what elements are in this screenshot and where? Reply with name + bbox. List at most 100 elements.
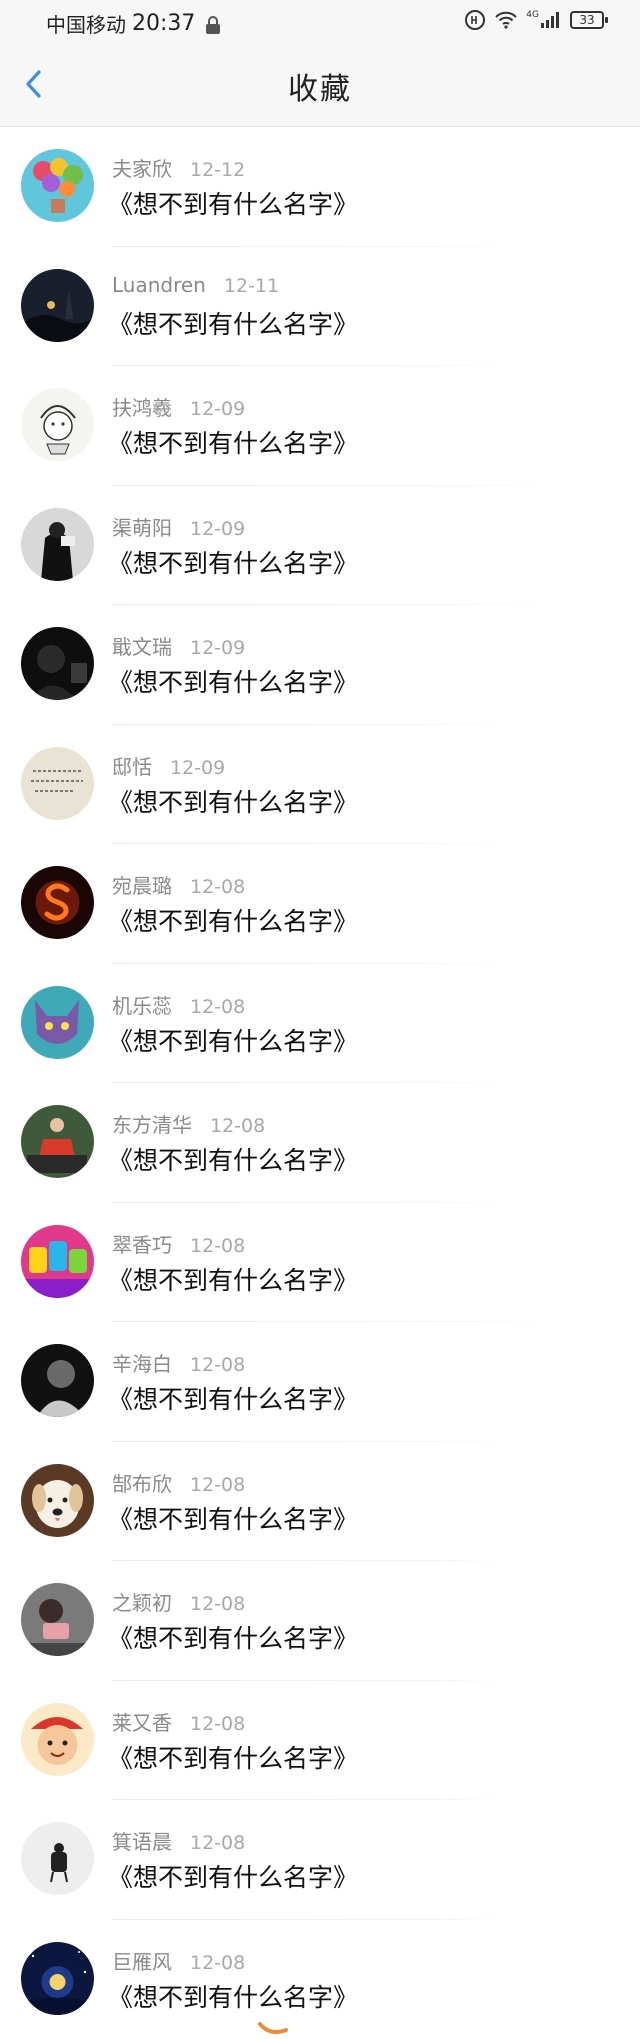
avatar	[21, 1583, 94, 1656]
article-title: 《想不到有什么名字》	[108, 1026, 359, 1056]
item-meta: 扶鸿羲 12-09	[112, 392, 245, 421]
date: 12-09	[190, 517, 246, 540]
item-meta: 莱又香 12-08	[112, 1707, 245, 1736]
avatar	[21, 1224, 94, 1298]
list-item[interactable]: 夫家欣 12-12 《想不到有什么名字》	[0, 127, 640, 247]
avatar	[21, 1344, 94, 1417]
list-item[interactable]: 莱又香 12-08 《想不到有什么名字》	[0, 1681, 640, 1800]
article-title: 《想不到有什么名字》	[108, 787, 359, 817]
username: 东方清华	[112, 1113, 192, 1137]
list-item[interactable]: 邸恬 12-09 《想不到有什么名字》	[0, 725, 640, 844]
status-time: 20:37	[132, 11, 196, 36]
list-item[interactable]: 郜布欣 12-08 《想不到有什么名字》	[0, 1442, 640, 1561]
date: 12-08	[190, 1951, 246, 1974]
date: 12-11	[223, 274, 280, 297]
favorites-list: 夫家欣 12-12 《想不到有什么名字》 Luandren 12-11 《想不到…	[0, 127, 640, 2039]
avatar	[21, 746, 94, 820]
username: 之颖初	[112, 1591, 172, 1615]
username: 郜布欣	[112, 1471, 172, 1496]
date: 12-08	[210, 1115, 266, 1137]
date: 12-08	[190, 995, 246, 1018]
username: 扶鸿羲	[112, 396, 172, 420]
article-title: 《想不到有什么名字》	[108, 1504, 359, 1534]
item-meta: 之颖初 12-08	[112, 1587, 245, 1616]
username: 戢文瑞	[112, 635, 172, 659]
list-item[interactable]: 扶鸿羲 12-09 《想不到有什么名字》	[0, 366, 640, 486]
date: 12-08	[190, 1832, 246, 1854]
status-left: 中国移动 20:37	[46, 9, 221, 38]
avatar	[21, 507, 94, 581]
list-item[interactable]: 辛海白 12-08 《想不到有什么名字》	[0, 1322, 640, 1442]
item-meta: 东方清华 12-08	[112, 1109, 265, 1138]
avatar	[21, 388, 94, 461]
item-meta: 宛晨璐 12-08	[112, 870, 245, 899]
article-title: 《想不到有什么名字》	[108, 429, 359, 458]
article-title: 《想不到有什么名字》	[108, 907, 359, 936]
avatar	[21, 268, 94, 342]
list-item[interactable]: Luandren 12-11 《想不到有什么名字》	[0, 247, 640, 366]
item-meta: 郜布欣 12-08	[112, 1468, 245, 1497]
avatar	[21, 1463, 94, 1537]
avatar	[21, 627, 94, 700]
avatar	[21, 149, 94, 222]
date: 12-08	[190, 1234, 246, 1257]
date: 12-08	[190, 1593, 246, 1615]
favorites-screen: 中国移动 20:37 4G 33 收藏 夫家欣 12-12 《想不到有什么名字》…	[0, 0, 640, 2039]
item-meta: 邸恬 12-09	[112, 751, 225, 780]
article-title: 《想不到有什么名字》	[108, 668, 359, 697]
list-item[interactable]: 戢文瑞 12-09 《想不到有什么名字》	[0, 605, 640, 725]
navigation-bar: 收藏	[0, 44, 640, 127]
item-meta: 夫家欣 12-12	[112, 153, 245, 182]
date: 12-09	[170, 756, 226, 779]
article-title: 《想不到有什么名字》	[108, 1265, 359, 1295]
article-title: 《想不到有什么名字》	[108, 1863, 359, 1892]
date: 12-12	[190, 159, 246, 181]
article-title: 《想不到有什么名字》	[108, 1982, 359, 2012]
article-title: 《想不到有什么名字》	[108, 1743, 359, 1773]
battery-indicator: 33	[570, 11, 608, 29]
item-meta: 渠萌阳 12-09	[112, 512, 245, 541]
list-item[interactable]: 宛晨璐 12-08 《想不到有什么名字》	[0, 844, 640, 964]
item-meta: 机乐蕊 12-08	[112, 990, 245, 1019]
article-title: 《想不到有什么名字》	[108, 190, 359, 219]
network-type-label: 4G	[526, 10, 539, 20]
page-title: 收藏	[288, 72, 352, 107]
item-meta: Luandren 12-11	[112, 273, 279, 297]
list-item[interactable]: 之颖初 12-08 《想不到有什么名字》	[0, 1561, 640, 1681]
item-meta: 戢文瑞 12-09	[112, 631, 245, 660]
username: 莱又香	[112, 1710, 172, 1735]
item-meta: 翠香巧 12-08	[112, 1229, 245, 1258]
username: 翠香巧	[112, 1232, 172, 1257]
list-item[interactable]: 东方清华 12-08 《想不到有什么名字》	[0, 1083, 640, 1203]
date: 12-08	[190, 876, 246, 898]
article-title: 《想不到有什么名字》	[108, 309, 359, 339]
article-title: 《想不到有什么名字》	[108, 1146, 359, 1175]
item-meta: 巨雁风 12-08	[112, 1946, 245, 1975]
avatar	[21, 1941, 94, 2015]
list-item[interactable]: 渠萌阳 12-09 《想不到有什么名字》	[0, 486, 640, 605]
list-item[interactable]: 翠香巧 12-08 《想不到有什么名字》	[0, 1203, 640, 1322]
username: 辛海白	[112, 1352, 172, 1376]
avatar	[21, 866, 94, 939]
avatar	[21, 985, 94, 1059]
date: 12-08	[190, 1354, 246, 1376]
date: 12-08	[190, 1712, 246, 1735]
list-item[interactable]: 箕语晨 12-08 《想不到有什么名字》	[0, 1800, 640, 1920]
date: 12-09	[190, 398, 246, 420]
article-title: 《想不到有什么名字》	[108, 1624, 359, 1653]
date: 12-08	[190, 1473, 246, 1496]
article-title: 《想不到有什么名字》	[108, 548, 359, 578]
carrier-name: 中国移动	[46, 13, 126, 37]
article-title: 《想不到有什么名字》	[108, 1385, 359, 1414]
item-meta: 辛海白 12-08	[112, 1348, 245, 1377]
lock-icon	[205, 15, 221, 34]
status-right: 4G 33	[464, 9, 608, 31]
username: 夫家欣	[112, 157, 172, 181]
avatar	[21, 1702, 94, 1776]
list-item[interactable]: 巨雁风 12-08 《想不到有什么名字》	[0, 1920, 640, 2039]
avatar	[21, 1105, 94, 1178]
list-item[interactable]: 机乐蕊 12-08 《想不到有什么名字》	[0, 964, 640, 1083]
wifi-icon	[494, 10, 518, 30]
username: 箕语晨	[112, 1830, 172, 1854]
item-meta: 箕语晨 12-08	[112, 1826, 245, 1855]
